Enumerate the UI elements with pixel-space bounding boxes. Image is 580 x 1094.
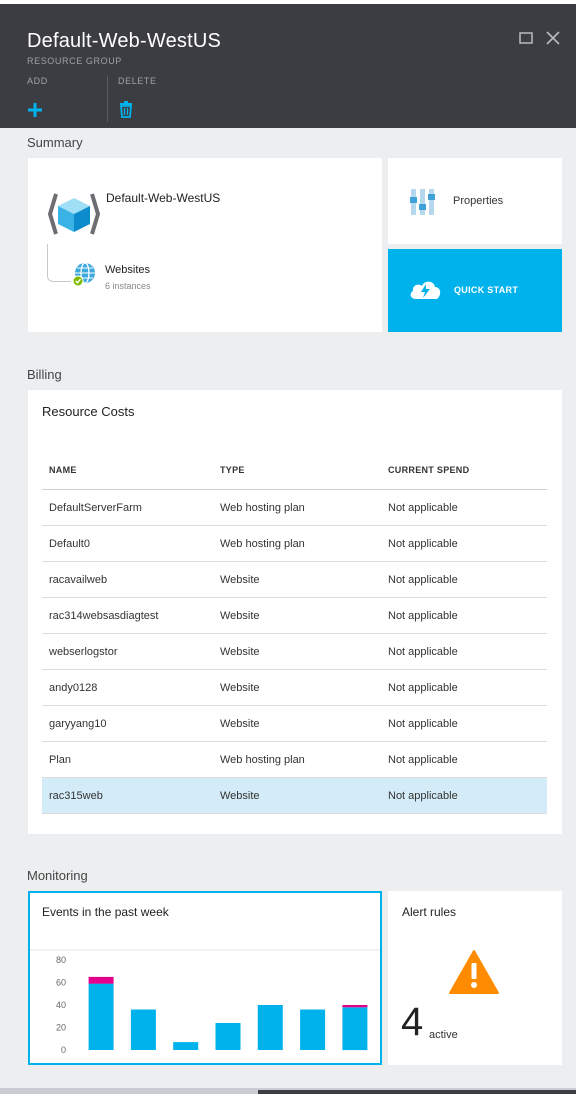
monitoring-section-label: Monitoring: [27, 868, 88, 883]
alert-rules-active-label: active: [429, 1029, 458, 1041]
cell-type: Website: [220, 718, 260, 730]
websites-label[interactable]: Websites: [105, 264, 150, 276]
cell-type: Website: [220, 610, 260, 622]
properties-tile[interactable]: Properties: [388, 158, 562, 244]
y-tick-label: 20: [56, 1023, 66, 1033]
cell-spend: Not applicable: [388, 682, 458, 694]
cell-spend: Not applicable: [388, 502, 458, 514]
command-separator: [107, 76, 108, 122]
summary-tile[interactable]: Default-Web-WestUS Websites 6 instances: [28, 158, 382, 332]
cell-name: Plan: [49, 754, 72, 766]
resource-group-name: Default-Web-WestUS: [106, 191, 221, 205]
chart-bar: [300, 1009, 326, 1050]
top-edge: [0, 0, 580, 4]
blade-title: Default-Web-WestUS: [27, 30, 222, 52]
cell-name: rac315web: [49, 790, 103, 802]
cell-type: Website: [220, 574, 260, 586]
y-tick-label: 0: [61, 1045, 66, 1055]
chart-bar: [342, 1007, 368, 1051]
maximize-button[interactable]: [518, 30, 536, 48]
quick-start-label: QUICK START: [454, 285, 519, 295]
cell-name: racavailweb: [49, 574, 108, 586]
resource-costs-table: NAME TYPE CURRENT SPEND DefaultServerFar…: [42, 454, 547, 814]
cell-type: Web hosting plan: [220, 538, 305, 550]
cell-name: Default0: [49, 538, 90, 550]
cell-name: DefaultServerFarm: [49, 502, 142, 514]
close-icon: [546, 31, 560, 45]
properties-sliders-icon: [410, 189, 435, 215]
alert-rules-tile[interactable]: Alert rules 4 active: [388, 891, 562, 1065]
chart-bar: [215, 1023, 241, 1050]
table-row[interactable]: Default0 Web hosting plan Not applicable: [42, 526, 547, 562]
cell-type: Website: [220, 790, 260, 802]
cell-spend: Not applicable: [388, 646, 458, 658]
chart-bar: [88, 983, 114, 1050]
table-header: NAME TYPE CURRENT SPEND: [42, 454, 547, 490]
chart-bar-segment-alert: [88, 976, 114, 984]
resource-group-blade: Default-Web-WestUS RESOURCE GROUP ADD DE…: [0, 0, 576, 1094]
cell-name: andy0128: [49, 682, 98, 694]
table-row[interactable]: rac314websasdiagtest Website Not applica…: [42, 598, 547, 634]
resource-group-cube-icon: [48, 193, 100, 235]
y-tick-label: 40: [56, 1000, 66, 1010]
cell-spend: Not applicable: [388, 574, 458, 586]
bottom-scroll-thumb[interactable]: [258, 1090, 576, 1094]
warning-triangle-icon: [449, 950, 499, 994]
billing-section-label: Billing: [27, 367, 62, 382]
resource-costs-tile[interactable]: Resource Costs NAME TYPE CURRENT SPEND D…: [28, 390, 562, 834]
table-row[interactable]: webserlogstor Website Not applicable: [42, 634, 547, 670]
delete-command[interactable]: DELETE: [118, 76, 178, 122]
cell-spend: Not applicable: [388, 538, 458, 550]
maximize-icon: [519, 32, 533, 44]
column-header-name: NAME: [49, 465, 77, 475]
cell-type: Website: [220, 646, 260, 658]
add-command[interactable]: ADD: [27, 76, 87, 122]
cell-spend: Not applicable: [388, 610, 458, 622]
cell-name: webserlogstor: [49, 646, 118, 658]
y-tick-label: 60: [56, 978, 66, 988]
alert-rules-count: 4: [401, 1000, 424, 1044]
column-header-type: TYPE: [220, 465, 245, 475]
close-button[interactable]: [545, 30, 563, 48]
properties-label: Properties: [453, 195, 504, 207]
table-row[interactable]: andy0128 Website Not applicable: [42, 670, 547, 706]
tree-connector: [47, 244, 71, 282]
delete-command-label: DELETE: [118, 76, 157, 86]
cell-spend: Not applicable: [388, 754, 458, 766]
cell-type: Web hosting plan: [220, 754, 305, 766]
cell-spend: Not applicable: [388, 718, 458, 730]
blade-header: Default-Web-WestUS RESOURCE GROUP ADD DE…: [0, 4, 576, 128]
globe-icon: [72, 262, 95, 287]
chart-bar: [130, 1009, 156, 1050]
events-chart-tile[interactable]: Events in the past week 0 20 40 60 80: [28, 891, 382, 1065]
summary-section-label: Summary: [27, 135, 83, 150]
column-header-current-spend: CURRENT SPEND: [388, 465, 470, 475]
table-row-selected[interactable]: rac315web Website Not applicable: [42, 778, 547, 814]
quick-start-tile[interactable]: QUICK START: [388, 249, 562, 332]
cell-name: garyyang10: [49, 718, 107, 730]
table-row[interactable]: DefaultServerFarm Web hosting plan Not a…: [42, 490, 547, 526]
cell-type: Website: [220, 682, 260, 694]
blade-subtitle: RESOURCE GROUP: [27, 56, 122, 66]
cell-name: rac314websasdiagtest: [49, 610, 159, 622]
websites-count: 6 instances: [105, 281, 151, 291]
cloud-lightning-icon: [410, 281, 441, 299]
chart-bar: [173, 1042, 199, 1050]
plus-icon: [28, 103, 42, 117]
trash-icon: [120, 101, 132, 118]
events-bar-chart: 0 20 40 60 80: [30, 949, 380, 1055]
resource-costs-title: Resource Costs: [42, 404, 135, 419]
cell-spend: Not applicable: [388, 790, 458, 802]
table-row[interactable]: Plan Web hosting plan Not applicable: [42, 742, 547, 778]
chart-bar-segment-alert: [342, 1005, 368, 1008]
alert-rules-title: Alert rules: [402, 905, 457, 919]
y-tick-label: 80: [56, 955, 66, 965]
table-row[interactable]: racavailweb Website Not applicable: [42, 562, 547, 598]
cell-type: Web hosting plan: [220, 502, 305, 514]
add-command-label: ADD: [27, 76, 48, 86]
chart-bar: [257, 1005, 283, 1050]
table-row[interactable]: garyyang10 Website Not applicable: [42, 706, 547, 742]
